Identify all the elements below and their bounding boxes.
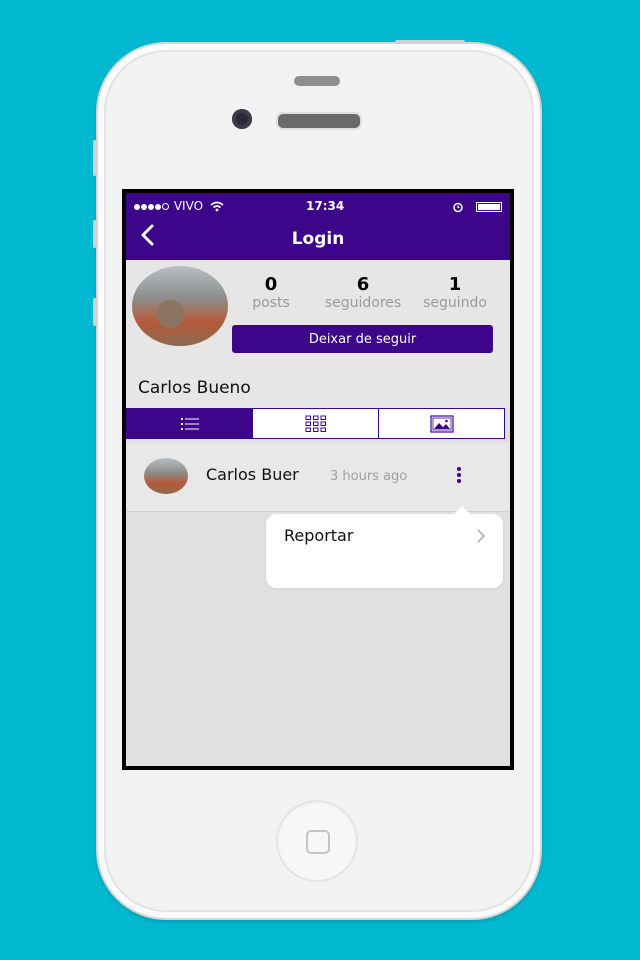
- posts-label: posts: [252, 295, 290, 311]
- alarm-icon: [453, 202, 463, 212]
- options-popover: Reportar: [266, 506, 503, 588]
- status-left: VIVO: [134, 199, 224, 213]
- followers-label: seguidores: [324, 295, 402, 311]
- phone-speaker: [294, 76, 340, 86]
- followers-count: 6: [356, 274, 370, 295]
- post-time: 3 hours ago: [330, 469, 408, 484]
- tab-grid-view[interactable]: [253, 409, 379, 438]
- post-avatar[interactable]: [144, 458, 188, 494]
- app-screen: VIVO 17:34 Login 0 posts 6 seguidores 1 …: [126, 193, 510, 766]
- status-time: 17:34: [306, 199, 345, 213]
- home-button[interactable]: [276, 800, 358, 882]
- more-options-button[interactable]: [454, 465, 464, 485]
- power-button: [395, 40, 465, 44]
- report-menu-item[interactable]: Reportar: [284, 526, 489, 552]
- tab-photo-view[interactable]: [379, 409, 504, 438]
- phone-camera: [232, 109, 252, 129]
- status-right: [452, 199, 502, 213]
- battery-icon: [476, 201, 502, 212]
- status-bar: VIVO 17:34: [134, 199, 502, 213]
- grid-icon: [305, 415, 326, 432]
- posts-count: 0: [264, 274, 278, 295]
- stat-followers[interactable]: 6 seguidores: [318, 274, 408, 311]
- profile-header: 0 posts 6 seguidores 1 seguindo Deixar d…: [126, 260, 510, 408]
- view-tabs: [126, 408, 505, 439]
- unfollow-button[interactable]: Deixar de seguir: [232, 325, 493, 353]
- stat-following[interactable]: 1 seguindo: [410, 274, 500, 311]
- navigation-bar: VIVO 17:34 Login: [126, 193, 510, 260]
- stat-posts: 0 posts: [226, 274, 316, 311]
- carrier-label: VIVO: [173, 199, 204, 213]
- side-button-volume-up: [93, 220, 97, 248]
- report-label: Reportar: [284, 526, 354, 545]
- side-button-volume-down: [93, 298, 97, 326]
- image-icon: [429, 414, 454, 433]
- signal-icon: [134, 199, 170, 213]
- phone-screen: VIVO 17:34 Login 0 posts 6 seguidores 1 …: [122, 189, 514, 770]
- post-author[interactable]: Carlos Buer: [206, 465, 299, 484]
- side-button-silent: [93, 140, 97, 176]
- list-icon: [180, 417, 199, 430]
- page-title: Login: [291, 229, 345, 249]
- chevron-right-icon: [477, 529, 486, 543]
- following-count: 1: [448, 274, 462, 295]
- wifi-icon: [210, 201, 224, 212]
- phone-earpiece: [276, 112, 362, 130]
- profile-name: Carlos Bueno: [138, 378, 251, 398]
- profile-avatar[interactable]: [132, 266, 228, 346]
- post-item: Carlos Buer 3 hours ago: [126, 443, 510, 512]
- tab-list-view[interactable]: [127, 409, 253, 438]
- following-label: seguindo: [423, 295, 487, 311]
